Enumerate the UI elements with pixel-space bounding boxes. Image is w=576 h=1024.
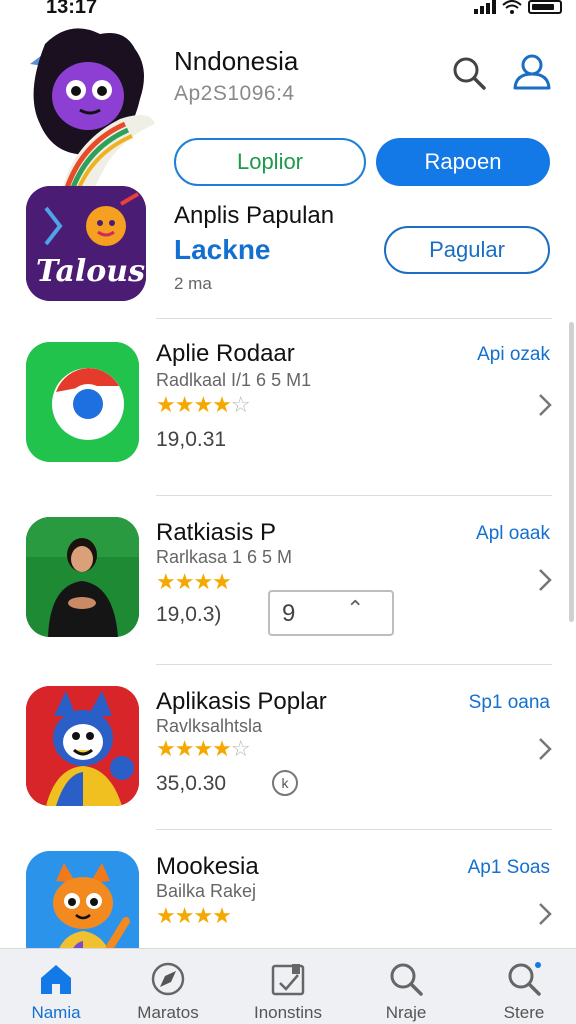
tab-label: Stere xyxy=(503,1003,545,1022)
tab-inonstins[interactable]: Inonstins xyxy=(238,949,338,1024)
chrome-like-icon xyxy=(26,342,139,462)
featured-size: 2 ma xyxy=(174,274,212,293)
app-name: Aplie Rodaar xyxy=(156,340,295,367)
caret-icon: ⌃ xyxy=(346,596,365,621)
app-action-link[interactable]: Sp1 oana xyxy=(469,692,550,714)
app-action-link[interactable]: Api ozak xyxy=(477,344,550,366)
talous-logo-icon: Talous xyxy=(26,186,146,301)
tab-bar: Namia Maratos Inonstins Nraje Stere xyxy=(0,948,576,1024)
app-row[interactable]: Aplikasis Poplar Ravlksalhtsla ★★★★☆ 35,… xyxy=(0,674,576,824)
pagular-button[interactable]: Pagular xyxy=(384,226,550,274)
tab-label: Nraje xyxy=(385,1003,427,1022)
tab-label: Namia xyxy=(31,1003,81,1022)
app-name: Ratkiasis P xyxy=(156,519,277,546)
rating-stars: ★★★★☆ xyxy=(156,392,251,417)
tab-nraje[interactable]: Nraje xyxy=(356,949,456,1024)
quantity-value: 9 xyxy=(282,600,296,627)
rapoen-button[interactable]: Rapoen xyxy=(376,138,550,186)
app-version: 19,0.3) xyxy=(156,603,222,626)
battery-icon xyxy=(528,0,562,14)
bookmark-box-icon xyxy=(271,964,305,996)
featured-subtitle: Lackne xyxy=(174,234,271,265)
presenter-photo-icon xyxy=(26,517,139,637)
app-name: Aplikasis Poplar xyxy=(156,688,327,715)
status-icons xyxy=(474,0,562,14)
tab-label: Maratos xyxy=(137,1003,199,1022)
compass-icon xyxy=(151,962,185,996)
header-title: Nndonesia xyxy=(174,46,299,76)
app-action-link[interactable]: Ap1 Soas xyxy=(468,857,550,879)
divider xyxy=(156,318,552,319)
app-version: 35,0.30 xyxy=(156,772,227,795)
person-icon[interactable] xyxy=(510,52,554,92)
app-developer: Bailka Rakej xyxy=(156,881,257,901)
search-icon[interactable] xyxy=(450,54,488,92)
mascot-blue-red-icon xyxy=(26,686,139,806)
chevron-right-icon[interactable] xyxy=(536,392,554,418)
header-subtitle: Ap2S1096:4 xyxy=(174,82,295,105)
rating-stars: ★★★★ xyxy=(156,903,232,928)
rating-stars: ★★★★☆ xyxy=(156,736,251,761)
tab-stere[interactable]: Stere xyxy=(474,949,574,1024)
tab-label: Inonstins xyxy=(253,1003,323,1022)
tab-namia[interactable]: Namia xyxy=(6,949,106,1024)
divider xyxy=(156,664,552,665)
featured-icon-text: Talous xyxy=(36,254,145,289)
status-time: 13:17 xyxy=(46,0,98,18)
app-version: 19,0.31 xyxy=(156,428,227,451)
app-developer: Rarlkasa 1 6 5 M xyxy=(156,547,293,567)
app-action-link[interactable]: Apl oaak xyxy=(476,523,550,545)
featured-app-icon[interactable]: Talous xyxy=(26,186,146,301)
wifi-icon xyxy=(502,0,522,14)
app-row[interactable]: Aplie Rodaar Radlkaal I/1 6 5 M1 ★★★★☆ 1… xyxy=(0,330,576,480)
search-icon xyxy=(390,963,423,996)
app-name: Mookesia xyxy=(156,853,259,880)
rating-stars: ★★★★ xyxy=(156,569,232,594)
divider xyxy=(156,829,552,830)
search-badge-icon xyxy=(508,962,541,996)
loplior-button[interactable]: Loplior xyxy=(174,138,366,186)
chevron-right-icon[interactable] xyxy=(536,567,554,593)
featured-title: Anplis Papulan xyxy=(174,202,335,229)
mascot-illustration xyxy=(30,28,155,199)
app-developer: Radlkaal I/1 6 5 M1 xyxy=(156,370,312,390)
circle-badge-icon[interactable]: k xyxy=(272,770,298,796)
divider xyxy=(156,495,552,496)
signal-icon xyxy=(474,0,496,14)
home-icon xyxy=(41,965,71,994)
quantity-field[interactable]: 9 ⌃ xyxy=(268,590,394,636)
status-bar: 13:17 xyxy=(0,0,576,22)
chevron-right-icon[interactable] xyxy=(536,901,554,927)
app-developer: Ravlksalhtsla xyxy=(156,716,263,736)
tab-maratos[interactable]: Maratos xyxy=(118,949,218,1024)
chevron-right-icon[interactable] xyxy=(536,736,554,762)
